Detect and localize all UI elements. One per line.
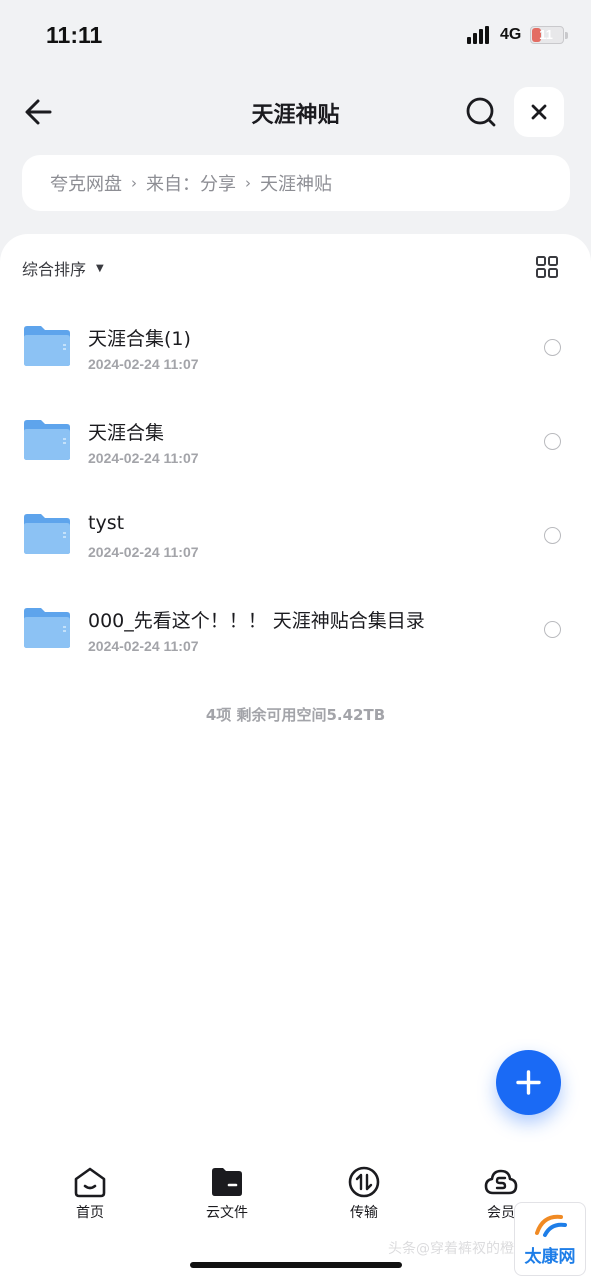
logo-mark-icon bbox=[535, 1214, 567, 1237]
tab-cloud-files[interactable]: 云文件 bbox=[182, 1160, 272, 1222]
status-time: 11:11 bbox=[46, 22, 103, 48]
file-list: 天涯合集(1) 2024-02-24 11:07 天涯合集 2024-02-24… bbox=[0, 300, 591, 676]
file-row[interactable]: 000_先看这个！！！ 天涯神贴合集目录 2024-02-24 11:07 bbox=[0, 582, 591, 676]
select-radio[interactable] bbox=[544, 433, 561, 450]
watermark-text: 头条@穿着裤衩的橙子 bbox=[388, 1241, 528, 1257]
breadcrumb: 夸克网盘 › 来自：分享 › 天涯神贴 bbox=[22, 155, 570, 211]
folder-icon bbox=[212, 1168, 242, 1196]
breadcrumb-item-share[interactable]: 来自：分享 bbox=[146, 170, 236, 196]
plus-icon bbox=[516, 1070, 541, 1095]
tab-label: 云文件 bbox=[206, 1205, 248, 1221]
storage-summary: 4项 剩余可用空间5.42TB bbox=[205, 706, 386, 724]
home-icon bbox=[74, 1167, 106, 1198]
folder-icon bbox=[24, 608, 70, 648]
battery-icon: 11 bbox=[530, 26, 564, 44]
battery-cap bbox=[565, 32, 568, 39]
file-date: 2024-02-24 11:07 bbox=[88, 356, 199, 372]
grid-view-button[interactable] bbox=[535, 255, 559, 279]
file-date: 2024-02-24 11:07 bbox=[88, 638, 199, 654]
file-name: 天涯合集(1) bbox=[88, 328, 191, 350]
folder-icon bbox=[24, 326, 70, 366]
file-row[interactable]: tyst 2024-02-24 11:07 bbox=[0, 488, 591, 582]
file-row[interactable]: 天涯合集 2024-02-24 11:07 bbox=[0, 394, 591, 488]
folder-icon bbox=[24, 420, 70, 460]
vip-icon bbox=[484, 1169, 518, 1195]
grid-view-icon bbox=[536, 256, 558, 278]
breadcrumb-item-root[interactable]: 夸克网盘 bbox=[50, 170, 122, 196]
page-title: 天涯神贴 bbox=[251, 103, 340, 128]
status-bar: 11:11 4G 11 bbox=[0, 0, 591, 70]
file-panel: 综合排序 ▼ 天涯合集(1) 2024-02-24 11:07 天涯合集 202… bbox=[0, 234, 591, 1280]
select-radio[interactable] bbox=[544, 527, 561, 544]
watermark-logo-text: 太康网 bbox=[524, 1247, 576, 1267]
sort-label: 综合排序 bbox=[22, 260, 87, 279]
select-radio[interactable] bbox=[544, 621, 561, 638]
file-row[interactable]: 天涯合集(1) 2024-02-24 11:07 bbox=[0, 300, 591, 394]
sort-button[interactable]: 综合排序 ▼ bbox=[22, 256, 104, 280]
file-date: 2024-02-24 11:07 bbox=[88, 450, 199, 466]
file-toolbar: 综合排序 ▼ bbox=[0, 234, 591, 300]
search-icon bbox=[466, 97, 496, 127]
tab-transfer[interactable]: 传输 bbox=[319, 1160, 409, 1222]
nav-bar: 天涯神贴 bbox=[0, 80, 591, 144]
close-button[interactable] bbox=[514, 87, 564, 137]
add-button[interactable] bbox=[496, 1050, 561, 1115]
folder-icon bbox=[24, 514, 70, 554]
tab-label: 首页 bbox=[76, 1205, 104, 1221]
battery-level: 11 bbox=[539, 27, 553, 42]
file-date: 2024-02-24 11:07 bbox=[88, 544, 199, 560]
breadcrumb-separator: › bbox=[245, 174, 251, 192]
file-name: tyst bbox=[88, 512, 125, 534]
search-button[interactable] bbox=[462, 92, 502, 132]
select-radio[interactable] bbox=[544, 339, 561, 356]
signal-icon bbox=[467, 26, 489, 44]
transfer-icon bbox=[348, 1166, 380, 1198]
breadcrumb-item-current: 天涯神贴 bbox=[260, 174, 332, 195]
caret-down-icon: ▼ bbox=[96, 262, 104, 274]
close-icon bbox=[531, 104, 547, 120]
tab-home[interactable]: 首页 bbox=[45, 1160, 135, 1222]
file-name: 000_先看这个！！！ 天涯神贴合集目录 bbox=[88, 610, 425, 632]
watermark-logo: 太康网 bbox=[514, 1202, 586, 1276]
home-indicator bbox=[190, 1262, 402, 1268]
network-label: 4G bbox=[500, 26, 522, 43]
breadcrumb-separator: › bbox=[131, 174, 137, 192]
tab-bar: 首页 云文件 传输 会员 bbox=[0, 1160, 591, 1230]
tab-label: 传输 bbox=[350, 1205, 378, 1221]
file-name: 天涯合集 bbox=[88, 422, 165, 444]
